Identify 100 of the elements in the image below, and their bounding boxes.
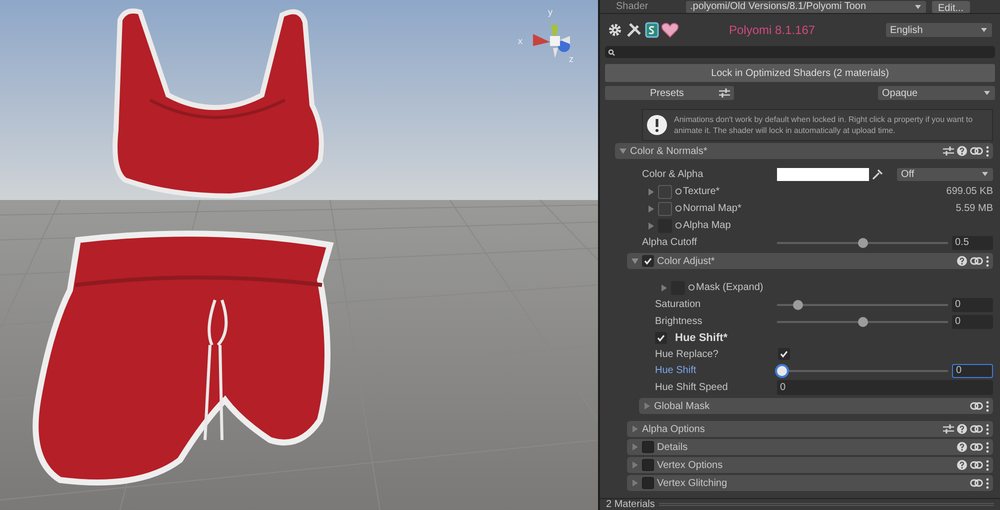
slider-track[interactable]	[777, 316, 948, 328]
help-icon[interactable]	[957, 442, 967, 452]
caret-icon	[980, 26, 988, 34]
sliders-icon[interactable]	[943, 424, 954, 434]
color-swatch[interactable]	[777, 168, 869, 180]
field-label: Shader	[615, 0, 650, 14]
slider-track[interactable]	[777, 236, 948, 248]
slider-thumb[interactable]	[793, 300, 804, 310]
gizmo-axis-label: y	[548, 7, 552, 17]
target-icon[interactable]	[688, 284, 695, 291]
link-icon[interactable]	[970, 461, 983, 469]
link-icon[interactable]	[970, 147, 983, 155]
section-title: Color & Normals*	[630, 144, 708, 158]
collapsed-arrow-icon[interactable]	[647, 222, 655, 230]
checkbox[interactable]	[642, 441, 654, 453]
target-icon[interactable]	[675, 188, 682, 195]
property-label: Hue Shift	[655, 364, 696, 378]
link-icon[interactable]	[970, 479, 983, 487]
collapsed-arrow-icon[interactable]	[660, 284, 668, 292]
check-icon	[780, 350, 788, 358]
file-size: 5.59 MB	[956, 202, 993, 216]
slider-thumb[interactable]	[777, 366, 787, 376]
link-icon[interactable]	[970, 257, 983, 265]
section-header[interactable]: Vertex Glitching	[627, 475, 993, 491]
search-field[interactable]	[605, 46, 995, 58]
edit-button[interactable]: Edit...	[932, 0, 970, 12]
property-label: Mask (Expand)	[696, 281, 764, 295]
number-field[interactable]: 0	[952, 314, 993, 328]
sliders-icon[interactable]	[943, 146, 954, 156]
section-header[interactable]: Details	[627, 439, 993, 455]
check-icon	[644, 257, 652, 265]
file-size: 699.05 KB	[946, 185, 993, 199]
caret-icon	[914, 2, 922, 10]
checkbox[interactable]	[655, 332, 667, 344]
gizmo-axis-label: z	[569, 54, 574, 64]
slider-thumb[interactable]	[858, 316, 868, 326]
more-options-icon[interactable]	[986, 256, 989, 266]
number-field[interactable]: 0	[952, 298, 993, 312]
help-icon[interactable]	[957, 256, 967, 266]
property-label: Alpha Cutoff	[642, 236, 697, 250]
search-icon	[608, 48, 615, 56]
section-header[interactable]: Alpha Options	[627, 421, 993, 437]
section-header[interactable]: Global Mask	[639, 398, 993, 414]
help-text: Animations don't work by default when locked in. Right click a property if you want to animate it. The shader will lock in automatically at upload time.	[674, 114, 974, 136]
checkbox[interactable]	[642, 255, 654, 267]
more-options-icon[interactable]	[986, 478, 989, 488]
dropdown[interactable]: Opaque	[878, 86, 995, 100]
slider-track[interactable]	[777, 298, 948, 310]
collapsed-arrow-icon[interactable]	[647, 204, 655, 212]
gear-icon[interactable]	[608, 23, 622, 37]
section-title: Vertex Glitching	[657, 476, 728, 490]
lock-button[interactable]: Lock in Optimized Shaders (2 materials)	[605, 64, 995, 82]
more-options-icon[interactable]	[986, 400, 989, 412]
link-icon[interactable]	[970, 425, 983, 433]
property-label: Saturation	[655, 298, 701, 312]
warning-icon	[646, 114, 668, 136]
heart-icon[interactable]	[661, 22, 679, 38]
property-label: Color & Alpha	[642, 168, 704, 182]
caret-icon	[983, 89, 991, 97]
checkbox[interactable]	[642, 477, 654, 489]
more-options-icon[interactable]	[986, 424, 989, 434]
axis-gizmo	[533, 25, 570, 58]
section-header[interactable]: Vertex Options	[627, 457, 993, 473]
number-field[interactable]: 0	[777, 380, 993, 395]
more-options-icon[interactable]	[986, 460, 989, 470]
checkbox[interactable]	[642, 459, 654, 471]
section-title: Alpha Options	[642, 422, 705, 436]
number-field[interactable]: 0.5	[952, 236, 993, 250]
help-icon[interactable]	[957, 460, 967, 470]
sliders-icon[interactable]	[719, 88, 730, 98]
target-icon[interactable]	[675, 205, 682, 212]
dropdown[interactable]: Off	[897, 168, 993, 180]
more-options-icon[interactable]	[986, 442, 989, 452]
link-icon[interactable]	[970, 402, 983, 410]
checkbox[interactable]	[778, 348, 790, 360]
link-icon[interactable]	[970, 443, 983, 451]
collapsed-arrow-icon[interactable]	[647, 188, 655, 196]
property-label: Hue Shift Speed	[655, 381, 728, 395]
help-icon[interactable]	[957, 424, 967, 434]
target-icon[interactable]	[675, 222, 682, 229]
dropdown[interactable]: .polyomi/Old Versions/8.1/Polyomi Toon	[686, 0, 926, 12]
section-title: Vertex Options	[657, 458, 723, 472]
number-field[interactable]: 0	[952, 364, 993, 378]
presets-button[interactable]: Presets	[605, 86, 734, 100]
caret-icon	[981, 170, 989, 178]
more-options-icon[interactable]	[986, 146, 989, 156]
section-header[interactable]: Color Adjust*	[627, 253, 993, 269]
dropdown[interactable]: English	[886, 23, 992, 37]
slider-thumb[interactable]	[858, 238, 868, 248]
shader-icon[interactable]	[645, 22, 659, 38]
property-label: Texture*	[683, 185, 720, 199]
section-header[interactable]: Color & Normals*	[615, 143, 993, 159]
slider-track[interactable]	[777, 364, 948, 376]
help-icon[interactable]	[957, 146, 967, 156]
section-title: Color Adjust*	[657, 254, 715, 268]
property-label: Hue Replace?	[655, 348, 718, 362]
property-label: Alpha Map	[683, 219, 731, 233]
gizmo-axis-label: x	[518, 36, 522, 46]
shader-title: Polyomi 8.1.167	[729, 22, 816, 39]
toggle-label: Hue Shift*	[675, 330, 728, 346]
